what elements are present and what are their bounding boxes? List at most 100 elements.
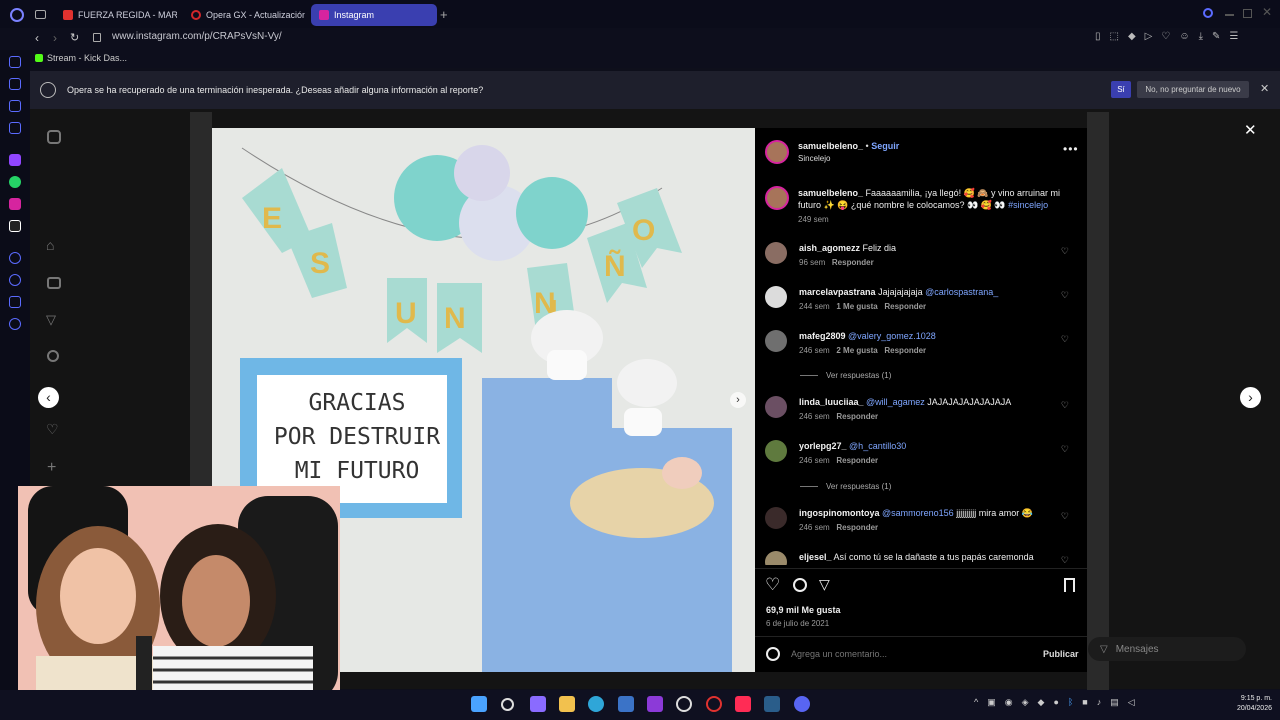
reply-button[interactable]: Responder [836, 456, 878, 465]
reply-button[interactable]: Responder [884, 302, 926, 311]
back-icon[interactable]: ‹ [35, 31, 39, 45]
menu-icon[interactable]: ☰ [1229, 31, 1238, 42]
commenter-avatar[interactable] [765, 551, 787, 565]
publish-button[interactable]: Publicar [1043, 649, 1079, 659]
caption-hashtag[interactable]: #sincelejo [1008, 200, 1048, 210]
previous-post-button[interactable]: ‹ [38, 387, 59, 408]
news-icon[interactable] [9, 122, 21, 134]
post-author-username[interactable]: samuelbeleno_ [798, 141, 863, 151]
player-icon[interactable] [9, 252, 21, 264]
close-post-icon[interactable]: ✕ [1244, 121, 1257, 139]
photo-next-icon[interactable]: › [730, 392, 746, 408]
save-icon[interactable] [1064, 578, 1075, 592]
tray-app-icon[interactable]: ■ [1082, 697, 1087, 708]
gx-control-icon[interactable] [9, 78, 21, 90]
comment-icon[interactable] [793, 578, 807, 592]
gx-cleaner-icon[interactable] [9, 100, 21, 112]
aria-ai-icon[interactable]: ✎ [1212, 31, 1220, 42]
share-icon[interactable]: ▽ [819, 576, 830, 593]
create-icon[interactable]: + [47, 459, 56, 477]
home-icon[interactable]: ⌂ [46, 237, 54, 253]
profile-icon[interactable]: ☺ [1179, 31, 1189, 42]
commenter-avatar[interactable] [765, 242, 787, 264]
tab-fuerza-regida[interactable]: FUERZA REGIDA - MARLB [55, 4, 177, 26]
comment-input[interactable] [791, 646, 1031, 662]
microphone-icon[interactable]: ♪ [1097, 697, 1102, 708]
caption-username[interactable]: samuelbeleno_ [798, 188, 863, 198]
caption-avatar[interactable] [765, 186, 789, 210]
opera-gx-logo-icon[interactable] [10, 8, 24, 22]
like-comment-icon[interactable]: ♡ [1061, 511, 1069, 522]
post-author-avatar[interactable] [765, 140, 789, 164]
infobar-close-icon[interactable]: ✕ [1260, 82, 1269, 95]
tiktok-taskbar-icon[interactable] [735, 696, 751, 712]
shield-icon[interactable]: ◆ [1128, 31, 1136, 42]
instagram-logo-icon[interactable] [47, 130, 61, 144]
bluetooth-icon[interactable]: ᛒ [1068, 697, 1073, 708]
comment-likes[interactable]: 1 Me gusta [836, 302, 877, 311]
opera-taskbar-icon[interactable] [706, 696, 722, 712]
direct-icon[interactable]: ▽ [46, 312, 56, 328]
play-icon[interactable]: ▷ [1145, 31, 1153, 42]
commenter-username[interactable]: eljesel_ [799, 552, 832, 562]
windows-start-icon[interactable] [471, 696, 487, 712]
reply-button[interactable]: Responder [836, 523, 878, 532]
reply-button[interactable]: Responder [884, 346, 926, 355]
more-options-icon[interactable]: ••• [1063, 142, 1079, 156]
reply-button[interactable]: Responder [836, 412, 878, 421]
reels-icon[interactable] [47, 277, 61, 289]
tiktok-icon[interactable] [9, 220, 21, 232]
opera-gx-taskbar-icon[interactable] [676, 696, 692, 712]
bookmark-icon[interactable]: ▯ [1095, 31, 1101, 42]
steam-icon[interactable] [764, 696, 780, 712]
follow-button[interactable]: Seguir [871, 141, 899, 151]
view-replies-button[interactable]: Ver respuestas (1) [800, 482, 891, 491]
like-icon[interactable]: ♡ [765, 575, 780, 595]
maximize-icon[interactable] [1243, 9, 1252, 18]
like-comment-icon[interactable]: ♡ [1061, 246, 1069, 257]
url-field[interactable]: www.instagram.com/p/CRAPsVsN-Vy/ [112, 31, 282, 42]
comment-mention[interactable]: @valery_gomez.1028 [848, 331, 936, 341]
commenter-avatar[interactable] [765, 396, 787, 418]
settings-icon[interactable] [9, 318, 21, 330]
comment-mention[interactable]: @carlospastrana_ [925, 287, 998, 297]
edge-icon[interactable] [588, 696, 604, 712]
new-tab-plus-icon[interactable]: + [440, 7, 448, 22]
search-icon[interactable] [47, 350, 59, 362]
twitch-icon[interactable] [9, 154, 21, 166]
history-icon[interactable] [9, 274, 21, 286]
comment-mention[interactable]: @sammoreno156 [882, 508, 954, 518]
volume-icon[interactable]: ◁ [1128, 697, 1135, 708]
notifications-icon[interactable]: ♡ [46, 421, 59, 438]
download-icon[interactable]: ⤓ [1199, 31, 1203, 42]
commenter-username[interactable]: linda_luuciiaa_ [799, 397, 864, 407]
messages-button[interactable]: ▽ Mensajes [1088, 637, 1246, 661]
instagram-icon[interactable] [9, 198, 21, 210]
tray-app-icon[interactable]: ▣ [987, 697, 996, 708]
commenter-avatar[interactable] [765, 507, 787, 529]
like-comment-icon[interactable]: ♡ [1061, 555, 1069, 565]
whatsapp-icon[interactable] [9, 176, 21, 188]
search-icon[interactable] [501, 698, 514, 711]
commenter-avatar[interactable] [765, 330, 787, 352]
store-icon[interactable] [618, 696, 634, 712]
reply-button[interactable]: Responder [832, 258, 874, 267]
snapshot-icon[interactable]: ⬚ [1110, 31, 1119, 42]
next-post-button[interactable]: › [1240, 387, 1261, 408]
tray-overflow-icon[interactable]: ^ [974, 697, 978, 708]
likes-count[interactable]: 69,9 mil Me gusta [766, 605, 841, 615]
comment-likes[interactable]: 2 Me gusta [836, 346, 877, 355]
tab-instagram[interactable]: Instagram [311, 4, 437, 26]
close-window-icon[interactable]: ✕ [1262, 5, 1272, 19]
heart-icon[interactable]: ♡ [1161, 31, 1170, 42]
minimize-icon[interactable] [1225, 14, 1234, 16]
commenter-username[interactable]: ingospinomontoya [799, 508, 880, 518]
tray-app-icon[interactable]: ◈ [1022, 697, 1029, 708]
discord-icon[interactable] [794, 696, 810, 712]
commenter-username[interactable]: yorlepg27_ [799, 441, 847, 451]
post-location[interactable]: Sincelejo [798, 154, 830, 163]
commenter-avatar[interactable] [765, 440, 787, 462]
taskbar-clock[interactable]: 9:15 p. m. 20/04/2026 [1222, 694, 1272, 714]
like-comment-icon[interactable]: ♡ [1061, 444, 1069, 455]
view-replies-button[interactable]: Ver respuestas (1) [800, 371, 891, 380]
